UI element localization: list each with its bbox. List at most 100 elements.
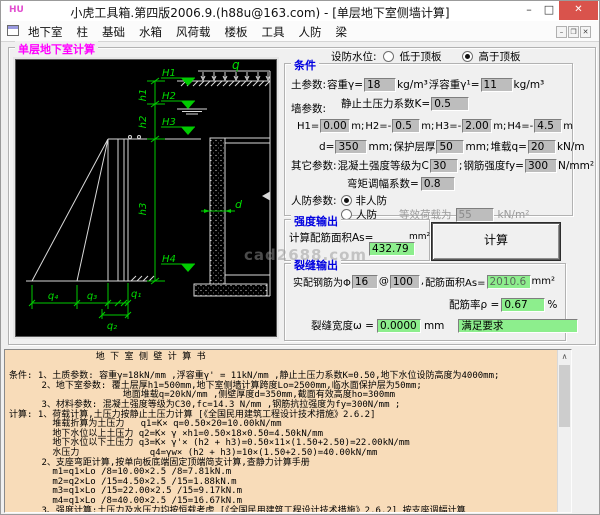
minimize-button[interactable]: – (521, 1, 537, 20)
ratio-field: 0.67 (501, 297, 546, 312)
cover-field[interactable]: 50 (436, 139, 465, 154)
menu-item-column[interactable]: 柱 (70, 21, 96, 40)
gamma-field[interactable]: 18 (364, 77, 397, 92)
at-sign: @ (378, 276, 389, 287)
h1-label: H1= (297, 120, 320, 132)
surcharge-field[interactable]: 20 (527, 139, 556, 154)
d-field[interactable]: 350 (335, 139, 368, 154)
as-label-row: 计算配筋面积As= (289, 230, 373, 245)
k-field[interactable]: 0.5 (431, 96, 470, 111)
as-unit: mm² (409, 232, 431, 242)
h4-unit: m (563, 120, 574, 132)
h3-field[interactable]: 2.00 (462, 119, 493, 133)
diagram-label-q2: q₂ (107, 321, 117, 332)
radio-below-top-slab-label[interactable]: 低于顶板 (400, 49, 442, 64)
diagram-label-h3: h3 (138, 203, 149, 216)
rebar-dia-field[interactable]: 16 (351, 274, 378, 289)
moment-field[interactable]: 0.8 (420, 176, 455, 191)
close-button[interactable]: ✕ (559, 1, 598, 20)
crack-width-unit: mm (423, 319, 445, 332)
crack-title: 裂缝输出 (291, 257, 341, 273)
h3-unit: m; (493, 120, 507, 132)
window-title: 小虎工具箱.第四版2006.9.(h88u@163.com) - [单层地下室侧… (70, 6, 450, 20)
diagram-label-q: q (232, 59, 240, 72)
fy-unit: N/mm² (557, 159, 595, 172)
h1-unit: m; (351, 120, 365, 132)
area-label: 配筋面积As= (425, 278, 486, 289)
titlebar: HU 小虎工具箱.第四版2006.9.(h88u@163.com) - [单层地… (1, 1, 599, 21)
mdi-restore-button[interactable]: ❐ (568, 26, 579, 38)
gamma-label: 容重γ= (327, 79, 364, 91)
rebar-row: 实配钢筋为Φ 16 @ 100 , 配筋面积As= 2010.6 mm² (293, 274, 555, 289)
rebar-label: 实配钢筋为Φ (293, 278, 351, 289)
diagram-label-h2: h2 (138, 116, 149, 129)
main-groupbox-title: 单层地下室计算 (15, 41, 98, 57)
menu-item-civil-defense[interactable]: 人防 (292, 21, 329, 40)
report-scrollbar[interactable]: ∧ (557, 350, 571, 512)
scrollbar-thumb[interactable] (559, 365, 570, 427)
civil-defense-label: 人防参数: (291, 195, 337, 207)
k-row: 静止土压力系数K= 0.5 (341, 96, 470, 111)
maximize-button[interactable]: □ (541, 1, 557, 20)
diagram-label-d: d (235, 198, 243, 211)
rebar-spacing-field[interactable]: 100 (389, 274, 420, 289)
menu-item-windload[interactable]: 风荷载 (169, 21, 218, 40)
fy-label: 钢筋强度fy= (463, 160, 524, 172)
menu-item-slab[interactable]: 楼板 (218, 21, 255, 40)
menu-item-basement[interactable]: 地下室 (21, 21, 70, 40)
crack-status-field: 满足要求 (458, 318, 579, 333)
concrete-field[interactable]: 30 (429, 158, 458, 173)
child-window-icon[interactable] (7, 25, 19, 36)
wall-params-label-row: 墙参数: (291, 101, 326, 116)
menu-item-watertank[interactable]: 水箱 (132, 21, 169, 40)
radio-below-top-slab[interactable] (382, 51, 394, 62)
h2-field[interactable]: 0.5 (392, 119, 421, 133)
mdi-close-button[interactable]: ✕ (580, 26, 591, 38)
diagram-label-H3: H3 (162, 117, 176, 128)
equiv-load-unit: kN/m² (497, 208, 530, 221)
menu-item-tools[interactable]: 工具 (255, 21, 292, 40)
menu-item-beam[interactable]: 梁 (329, 21, 355, 40)
diagram-label-H4: H4 (162, 254, 176, 265)
moment-label: 弯矩调幅系数= (347, 178, 419, 190)
ratio-row: 配筋率ρ = 0.67 % (449, 297, 557, 312)
heights-row: H1= 0.00 m; H2=- 0.5 m; H3=- 2.00 m; H4=… (297, 119, 573, 133)
menu-items: 地下室柱基础 水箱 风荷载 楼板 工具 人防梁 (21, 21, 354, 40)
radio-non-civil-defense[interactable] (340, 195, 352, 206)
strength-groupbox: 强度输出 计算配筋面积As= 432.79 mm² (284, 213, 431, 261)
surcharge-unit: kN/m (556, 140, 585, 153)
h3-label: H3=- (435, 120, 462, 132)
conditions-title: 条件 (291, 57, 319, 73)
h4-field[interactable]: 4.5 (534, 119, 563, 133)
diagram-label-q3: q₃ (87, 291, 97, 302)
mdi-minimize-button[interactable]: – (556, 26, 567, 38)
calculate-button[interactable]: 计算 (432, 223, 560, 260)
thickness-row: d= 350 mm; 保护层厚 50 mm; 堆载q= 20 kN/m (319, 139, 585, 154)
other-params-row: 其它参数: 混凝土强度等级为C 30 ; 钢筋强度fy= 300 N/mm² (291, 158, 594, 173)
waterproof-level-row: 设防水位: 低于顶板 高于顶板 (331, 49, 521, 64)
radio-above-top-slab-label[interactable]: 高于顶板 (479, 49, 521, 64)
app-window: HU 小虎工具箱.第四版2006.9.(h88u@163.com) - [单层地… (0, 0, 600, 515)
radio-above-top-slab[interactable] (461, 51, 473, 62)
k-label: 静止土压力系数K= (341, 98, 431, 110)
equiv-load-field[interactable]: 55 (455, 207, 494, 222)
buoyant-field[interactable]: 11 (480, 77, 513, 92)
scrollbar-up-arrow-icon[interactable]: ∧ (558, 351, 571, 363)
soil-params-label: 土参数: (291, 79, 327, 91)
h4-label: H4=- (507, 120, 534, 132)
crack-width-label: 裂缝宽度ω = (311, 320, 374, 332)
d-unit: mm; (368, 140, 393, 153)
menu-item-foundation[interactable]: 基础 (95, 21, 132, 40)
ratio-label: 配筋率ρ = (449, 299, 500, 311)
crack-width-field: 0.0000 (376, 318, 421, 333)
rebar-sep: , (420, 276, 425, 287)
radio-non-civil-defense-label[interactable]: 非人防 (356, 193, 388, 208)
diagram-label-h1: h1 (138, 89, 149, 102)
conditions-groupbox: 条件 土参数: 容重γ= 18 kg/m³ 浮容重γ¹= 11 kg/m³ 墙参… (284, 57, 594, 222)
as-value-row: 432.79 (369, 242, 415, 256)
fy-field[interactable]: 300 (524, 158, 557, 173)
area-field: 2010.6 (486, 274, 531, 289)
h1-field[interactable]: 0.00 (320, 119, 351, 133)
d-label: d= (319, 140, 335, 153)
ratio-unit: % (547, 298, 558, 311)
